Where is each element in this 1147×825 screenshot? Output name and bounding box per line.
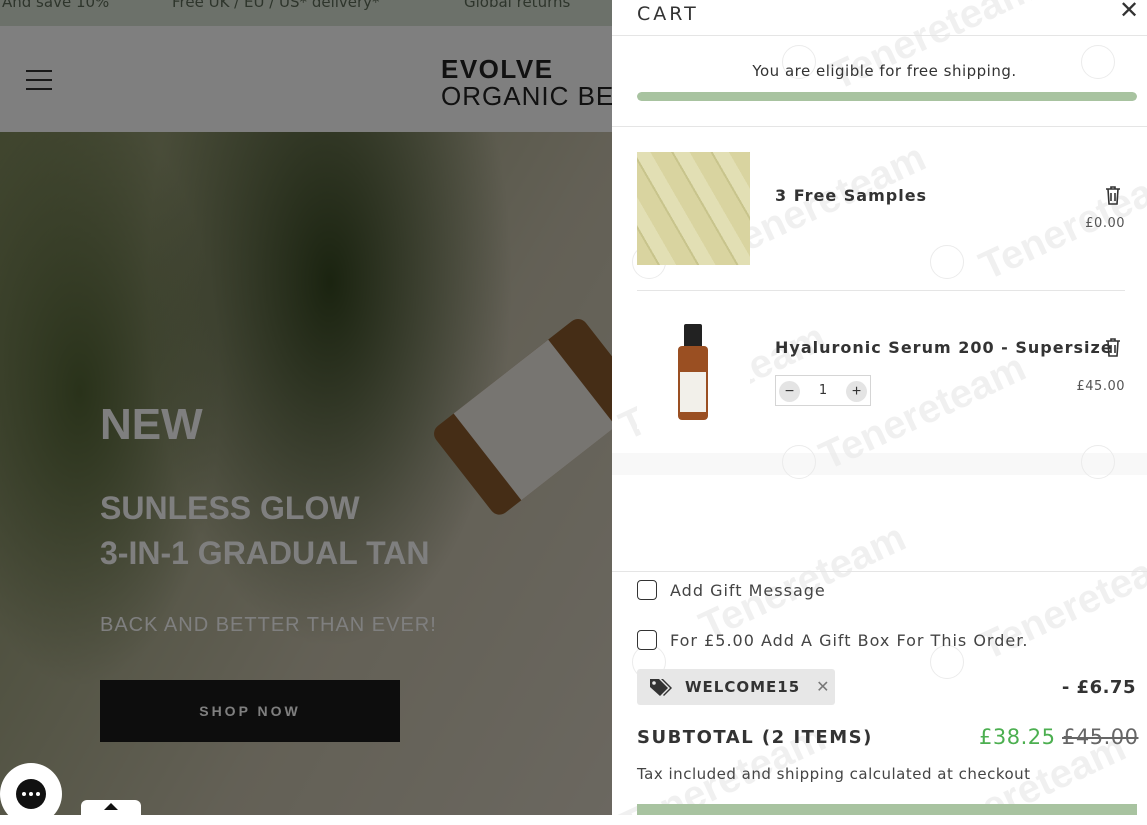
divider [612, 453, 1147, 475]
cart-drawer: Tenereteam Tenereteam Tenereteam Teneret… [612, 0, 1147, 815]
free-shipping-progress-fill [637, 92, 1137, 101]
close-icon[interactable]: ✕ [1111, 0, 1147, 25]
free-shipping-progress-bar [637, 92, 1137, 101]
arrow-up-icon [104, 803, 118, 810]
chat-icon [16, 779, 46, 809]
serum-product-image[interactable] [637, 316, 750, 429]
plus-icon[interactable]: + [846, 381, 867, 402]
remove-coupon-icon[interactable]: ✕ [816, 677, 829, 697]
divider [612, 35, 1147, 36]
tag-icon [650, 679, 672, 696]
tax-note: Tax included and shipping calculated at … [637, 765, 1031, 783]
drawer-overlay[interactable] [0, 0, 612, 815]
gift-box-checkbox[interactable] [637, 630, 657, 650]
chat-launcher-button[interactable] [0, 763, 62, 825]
trash-icon[interactable] [1103, 184, 1123, 206]
checkout-button[interactable] [637, 804, 1137, 815]
cart-item-name[interactable]: Hyaluronic Serum 200 - Supersize [775, 338, 1113, 357]
quantity-stepper: − 1 + [775, 375, 871, 406]
free-shipping-message: You are eligible for free shipping. [752, 62, 1017, 80]
cart-item-price: £45.00 [1076, 379, 1125, 394]
coupon-code: WELCOME15 [685, 678, 801, 696]
cart-item-name[interactable]: 3 Free Samples [775, 186, 927, 205]
gift-message-label: Add Gift Message [670, 580, 826, 600]
applied-coupon: WELCOME15 ✕ [637, 669, 835, 705]
subtotal-original: £45.00 [1062, 725, 1139, 749]
quantity-value[interactable]: 1 [806, 383, 840, 398]
subtotal-discounted: £38.25 [979, 725, 1056, 749]
discount-amount: - £6.75 [1061, 677, 1136, 698]
divider [612, 126, 1147, 127]
gift-message-checkbox[interactable] [637, 580, 657, 600]
scroll-up-tab[interactable] [81, 800, 141, 820]
gift-box-label: For £5.00 Add A Gift Box For This Order. [670, 630, 1029, 650]
gift-box-option[interactable]: For £5.00 Add A Gift Box For This Order. [637, 630, 1028, 650]
divider [612, 571, 1147, 572]
subtotal-label: SUBTOTAL (2 ITEMS) [637, 727, 873, 748]
divider [637, 290, 1125, 291]
trash-icon[interactable] [1103, 336, 1123, 358]
gift-message-option[interactable]: Add Gift Message [637, 580, 826, 600]
minus-icon[interactable]: − [779, 381, 800, 402]
cart-title: CART [637, 3, 699, 25]
samples-product-image[interactable] [637, 152, 750, 265]
cart-item-price: £0.00 [1085, 216, 1125, 231]
